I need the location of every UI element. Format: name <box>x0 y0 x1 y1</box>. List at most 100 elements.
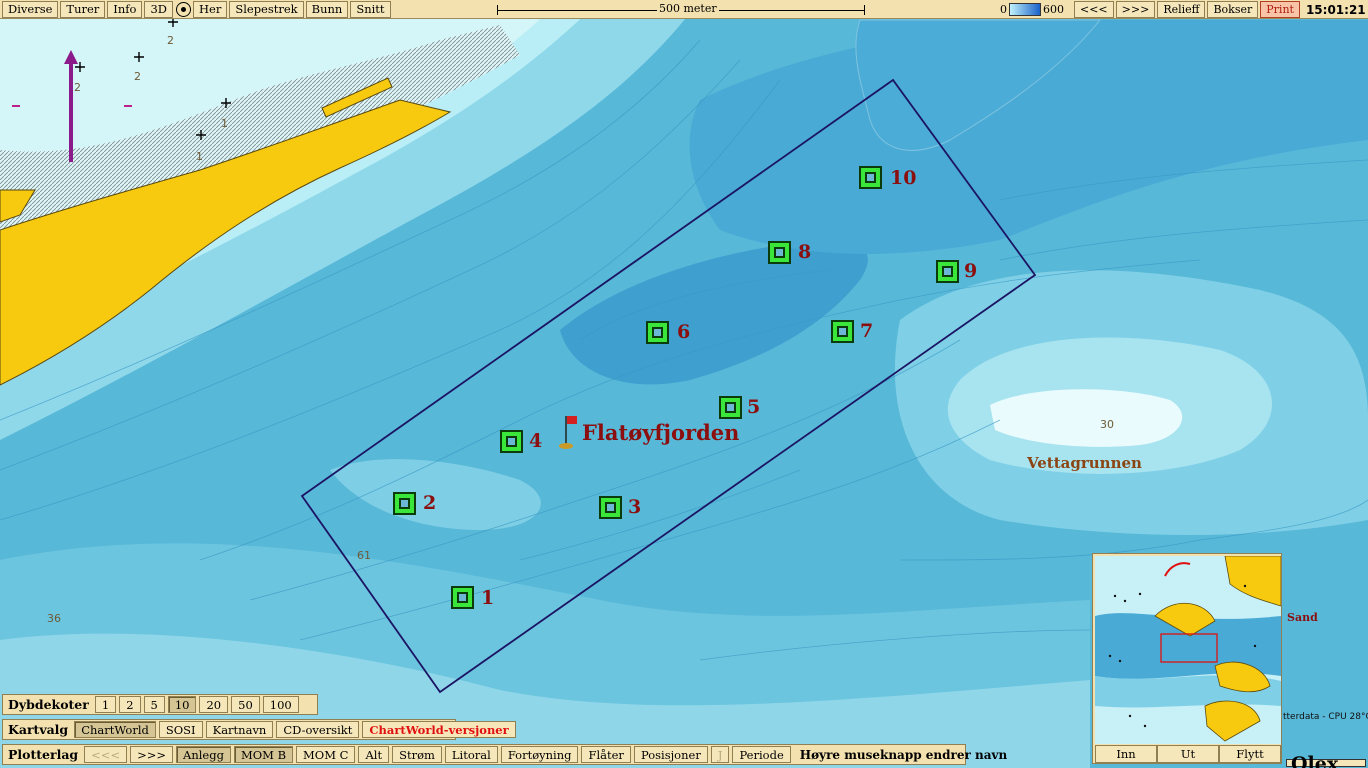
minimap-buttons: Inn Ut Flytt <box>1095 745 1281 763</box>
chartworld-button[interactable]: ChartWorld <box>74 721 156 738</box>
depth-contour-50[interactable]: 50 <box>231 696 260 713</box>
top-toolbar: Diverse Turer Info 3D Her Slepestrek Bun… <box>0 0 1368 19</box>
minimap-canvas[interactable] <box>1095 556 1281 744</box>
waypoint-1[interactable] <box>451 586 474 609</box>
depth-color-scale: 0 600 <<< >>> Relieff Bokser Print 15:01… <box>1000 1 1368 18</box>
depth-sounding: 2 <box>167 34 174 47</box>
plotterlag-panel: Plotterlag <<< >>> Anlegg MOM B MOM C Al… <box>2 744 1007 765</box>
depth-contour-100[interactable]: 100 <box>262 696 299 713</box>
waypoint-inner <box>605 502 616 513</box>
waypoint-9[interactable] <box>936 260 959 283</box>
layer-posisjoner[interactable]: Posisjoner <box>633 746 708 763</box>
waypoint-label: 9 <box>964 260 978 282</box>
depth-sounding: 61 <box>357 549 371 562</box>
menu-diverse[interactable]: Diverse <box>2 0 59 18</box>
depth-contour-2[interactable]: 2 <box>119 696 141 713</box>
depth-sounding: 2 <box>74 81 81 94</box>
depth-sounding: 1 <box>196 150 203 163</box>
menu-her[interactable]: Her <box>192 0 228 18</box>
layer-flater[interactable]: Flåter <box>581 746 631 763</box>
menu-bunn[interactable]: Bunn <box>305 0 349 18</box>
depth-min: 0 <box>1000 3 1007 16</box>
layer-litoral[interactable]: Litoral <box>444 746 498 763</box>
scale-label: 500 meter <box>657 2 719 15</box>
waypoint-inner <box>774 247 785 258</box>
place-name-sand: Sand <box>1287 611 1318 624</box>
waypoint-label: 7 <box>860 320 874 342</box>
waypoint-inner <box>399 498 410 509</box>
place-name-vettagrunnen: Vettagrunnen <box>1027 454 1142 472</box>
waypoint-label: 6 <box>677 321 691 343</box>
depth-max: 600 <box>1043 3 1064 16</box>
waypoint-label: 3 <box>628 496 642 518</box>
waypoint-5[interactable] <box>719 396 742 419</box>
print-button[interactable]: Print <box>1260 1 1300 18</box>
waypoint-inner <box>865 172 876 183</box>
layer-fortoyning[interactable]: Fortøyning <box>500 746 579 763</box>
waypoint-label: 10 <box>890 167 917 189</box>
waypoint-label: 4 <box>529 430 543 452</box>
prev-button[interactable]: <<< <box>1074 1 1114 18</box>
zoom-in-button[interactable]: Inn <box>1095 745 1157 763</box>
menu-3d[interactable]: 3D <box>144 0 173 18</box>
zoom-out-button[interactable]: Ut <box>1157 745 1219 763</box>
layer-strom[interactable]: Strøm <box>392 746 442 763</box>
layer-anlegg[interactable]: Anlegg <box>176 746 231 763</box>
target-icon[interactable] <box>175 1 191 17</box>
chartworld-versjoner-button[interactable]: ChartWorld-versjoner <box>362 721 516 738</box>
menu-snitt[interactable]: Snitt <box>350 0 391 18</box>
menu-slepestrek[interactable]: Slepestrek <box>229 0 304 18</box>
cd-oversikt-button[interactable]: CD-oversikt <box>276 721 360 738</box>
waypoint-inner <box>725 402 736 413</box>
bokser-button[interactable]: Bokser <box>1207 1 1259 18</box>
layer-periode[interactable]: Periode <box>732 746 791 763</box>
depth-contour-10[interactable]: 10 <box>167 696 197 713</box>
olex-logo-text: Olex <box>1291 753 1339 768</box>
layer-alt[interactable]: Alt <box>358 746 390 763</box>
layer-mom-c[interactable]: MOM C <box>296 746 356 763</box>
waypoint-8[interactable] <box>768 241 791 264</box>
waypoint-3[interactable] <box>599 496 622 519</box>
depth-sounding: 1 <box>221 117 228 130</box>
layer-j[interactable]: J <box>710 746 730 763</box>
waypoint-label: 5 <box>747 396 761 418</box>
depth-contour-5[interactable]: 5 <box>143 696 165 713</box>
next-button[interactable]: >>> <box>1115 1 1156 18</box>
kartvalg-panel: Kartvalg ChartWorld SOSI Kartnavn CD-ove… <box>2 719 516 740</box>
waypoint-6[interactable] <box>646 321 669 344</box>
waypoint-inner <box>506 436 517 447</box>
waypoint-label: 8 <box>798 241 812 263</box>
waypoint-label: 1 <box>481 587 495 609</box>
waypoint-inner <box>837 326 848 337</box>
relief-button[interactable]: Relieff <box>1157 1 1206 18</box>
dybdekoter-label: Dybdekoter <box>8 697 89 712</box>
place-name-flatoyfjorden: Flatøyfjorden <box>582 420 740 445</box>
cpu-status: tterdata - CPU 28°C <box>1283 712 1368 722</box>
clock: 15:01:21 <box>1305 2 1366 17</box>
move-button[interactable]: Flytt <box>1219 745 1281 763</box>
waypoint-7[interactable] <box>831 320 854 343</box>
dybdekoter-panel: Dybdekoter 1 2 5 10 20 50 100 <box>2 694 318 715</box>
layer-mom-b[interactable]: MOM B <box>233 746 294 763</box>
waypoint-inner <box>942 266 953 277</box>
depth-sounding: 36 <box>47 612 61 625</box>
scale-bar: 500 meter <box>497 1 865 18</box>
waypoint-label: 2 <box>423 492 437 514</box>
depth-contour-20[interactable]: 20 <box>199 696 229 713</box>
menu-info[interactable]: Info <box>107 0 143 18</box>
depth-sounding: 2 <box>134 70 141 83</box>
menu-turer[interactable]: Turer <box>60 0 106 18</box>
waypoint-2[interactable] <box>393 492 416 515</box>
sosi-button[interactable]: SOSI <box>158 721 203 738</box>
plotter-next-button[interactable]: >>> <box>130 746 174 763</box>
olex-logo: Olex <box>1286 753 1366 768</box>
kartvalg-label: Kartvalg <box>8 722 69 737</box>
waypoint-4[interactable] <box>500 430 523 453</box>
kartnavn-button[interactable]: Kartnavn <box>205 721 274 738</box>
overview-minimap[interactable]: Inn Ut Flytt <box>1092 553 1282 764</box>
depth-contour-1[interactable]: 1 <box>94 696 117 713</box>
waypoint-10[interactable] <box>859 166 882 189</box>
plotter-prev-button[interactable]: <<< <box>84 746 128 763</box>
waypoint-inner <box>457 592 468 603</box>
depth-gradient <box>1009 3 1041 16</box>
